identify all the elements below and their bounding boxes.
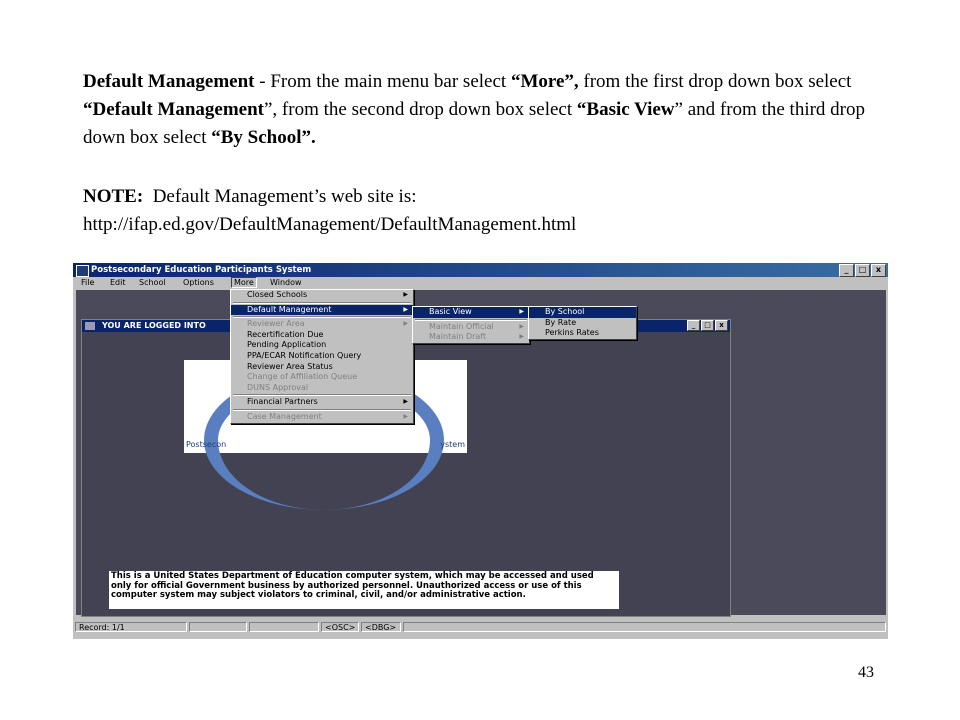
- submenu-arrow-icon: ▶: [519, 322, 524, 330]
- instruction-more: “More”,: [510, 71, 579, 92]
- logo-text-left: Postsecon: [186, 440, 227, 449]
- menu-item-label: By Rate: [545, 317, 577, 327]
- menu-item-change-of-affiliation[interactable]: Change of Affiliation Queue: [231, 372, 413, 383]
- instruction-basic-view: “Basic View: [576, 99, 675, 120]
- page-number: 43: [858, 664, 874, 681]
- security-warning: This is a United States Department of Ed…: [109, 571, 619, 609]
- close-button[interactable]: x: [871, 264, 886, 277]
- menu-item-case-management[interactable]: Case Management ▶: [231, 412, 413, 423]
- status-field: [189, 622, 247, 632]
- menu-item-closed-schools[interactable]: Closed Schools ▶: [231, 290, 413, 301]
- menu-item-reviewer-area-status[interactable]: Reviewer Area Status: [231, 362, 413, 373]
- menu-item-label: Reviewer Area: [247, 319, 305, 329]
- child-maximize-button[interactable]: □: [701, 320, 714, 331]
- app-title: Postsecondary Education Participants Sys…: [91, 265, 312, 275]
- instruction-default-management: “Default Management: [83, 99, 264, 120]
- menu-item-label: Perkins Rates: [545, 328, 599, 338]
- basic-view-submenu: By School By Rate Perkins Rates: [528, 306, 637, 340]
- submenu-arrow-icon: ▶: [403, 305, 408, 313]
- more-menu: Closed Schools ▶ Default Management ▶ Revi…: [230, 289, 414, 424]
- menu-item-perkins-rates[interactable]: Perkins Rates: [529, 328, 636, 339]
- child-close-button[interactable]: x: [715, 320, 728, 331]
- logo-text-right: ystem: [440, 440, 465, 449]
- app-screenshot: Postsecondary Education Participants Sys…: [73, 263, 888, 639]
- menu-item-basic-view[interactable]: Basic View ▶: [413, 307, 529, 318]
- instruction-text: from the first drop down box select: [578, 71, 852, 92]
- menu-item-label: Maintain Official: [429, 321, 494, 331]
- status-bar: Record: 1/1 <OSC> <DBG>: [73, 620, 888, 634]
- submenu-arrow-icon: ▶: [519, 333, 524, 341]
- menu-item-label: Financial Partners: [247, 397, 318, 407]
- menu-item-label: Maintain Draft: [429, 332, 487, 342]
- maximize-button[interactable]: □: [855, 264, 870, 277]
- menu-item-maintain-official[interactable]: Maintain Official ▶: [413, 322, 529, 333]
- instruction-by-school: “By School”.: [211, 127, 316, 148]
- menu-item-label: Recertification Due: [247, 329, 324, 339]
- menu-item-label: PPA/ECAR Notification Query: [247, 350, 362, 360]
- menu-item-reviewer-area[interactable]: Reviewer Area ▶: [231, 319, 413, 330]
- status-field: [249, 622, 319, 632]
- menu-item-default-management[interactable]: Default Management ▶: [231, 304, 413, 316]
- status-record: Record: 1/1: [75, 622, 187, 632]
- menu-more[interactable]: More: [231, 277, 257, 288]
- instruction-text: ”, from the second drop down box select: [264, 99, 577, 120]
- menu-item-label: Pending Application: [247, 340, 327, 350]
- note-paragraph: NOTE: Default Management’s web site is: …: [83, 183, 883, 239]
- default-management-submenu: Basic View ▶ Maintain Official ▶ Maintain …: [412, 306, 530, 344]
- instruction-paragraph: Default Management - From the main menu …: [83, 68, 883, 152]
- status-field: [403, 622, 886, 632]
- child-window-icon: [85, 322, 95, 330]
- child-window-controls: _ □ x: [687, 320, 728, 331]
- status-osc: <OSC>: [321, 622, 359, 632]
- menu-school[interactable]: School: [139, 278, 166, 287]
- menu-item-pending-application[interactable]: Pending Application: [231, 340, 413, 351]
- menu-bar: File Edit School Options More Window: [73, 277, 888, 290]
- instruction-title: Default Management: [83, 71, 255, 92]
- menu-item-label: DUNS Approval: [247, 382, 309, 392]
- menu-item-label: Default Management: [247, 304, 332, 314]
- menu-item-label: Closed Schools: [247, 290, 308, 299]
- submenu-arrow-icon: ▶: [403, 320, 408, 328]
- status-dbg: <DBG>: [361, 622, 401, 632]
- minimize-button[interactable]: _: [839, 264, 854, 277]
- menu-item-recertification-due[interactable]: Recertification Due: [231, 330, 413, 341]
- menu-item-label: Case Management: [247, 411, 322, 421]
- submenu-arrow-icon: ▶: [403, 398, 408, 406]
- child-title: YOU ARE LOGGED INTO: [102, 321, 206, 330]
- app-titlebar: Postsecondary Education Participants Sys…: [73, 263, 888, 277]
- menu-item-maintain-draft[interactable]: Maintain Draft ▶: [413, 332, 529, 343]
- instruction-text: - From the main menu bar select: [254, 71, 511, 92]
- menu-item-by-rate[interactable]: By Rate: [529, 318, 636, 329]
- menu-item-label: Basic View: [429, 307, 472, 316]
- note-url[interactable]: http://ifap.ed.gov/DefaultManagement/Def…: [83, 214, 576, 235]
- menu-item-label: Reviewer Area Status: [247, 361, 333, 371]
- submenu-arrow-icon: ▶: [403, 412, 408, 420]
- note-text: Default Management’s web site is:: [143, 186, 417, 207]
- menu-window[interactable]: Window: [270, 278, 302, 287]
- window-controls: _ □ x: [839, 264, 886, 277]
- menu-item-by-school[interactable]: By School: [529, 307, 636, 318]
- menu-options[interactable]: Options: [183, 278, 214, 287]
- menu-item-ppa-ecar-query[interactable]: PPA/ECAR Notification Query: [231, 351, 413, 362]
- child-minimize-button[interactable]: _: [687, 320, 700, 331]
- menu-edit[interactable]: Edit: [110, 278, 126, 287]
- submenu-arrow-icon: ▶: [403, 291, 408, 298]
- menu-item-financial-partners[interactable]: Financial Partners ▶: [231, 397, 413, 408]
- submenu-arrow-icon: ▶: [519, 308, 524, 315]
- app-icon: [76, 265, 89, 277]
- menu-item-label: Change of Affiliation Queue: [247, 372, 358, 382]
- menu-item-label: By School: [545, 307, 585, 316]
- note-label: NOTE:: [83, 186, 144, 207]
- menu-file[interactable]: File: [81, 278, 94, 287]
- menu-item-duns-approval[interactable]: DUNS Approval: [231, 383, 413, 394]
